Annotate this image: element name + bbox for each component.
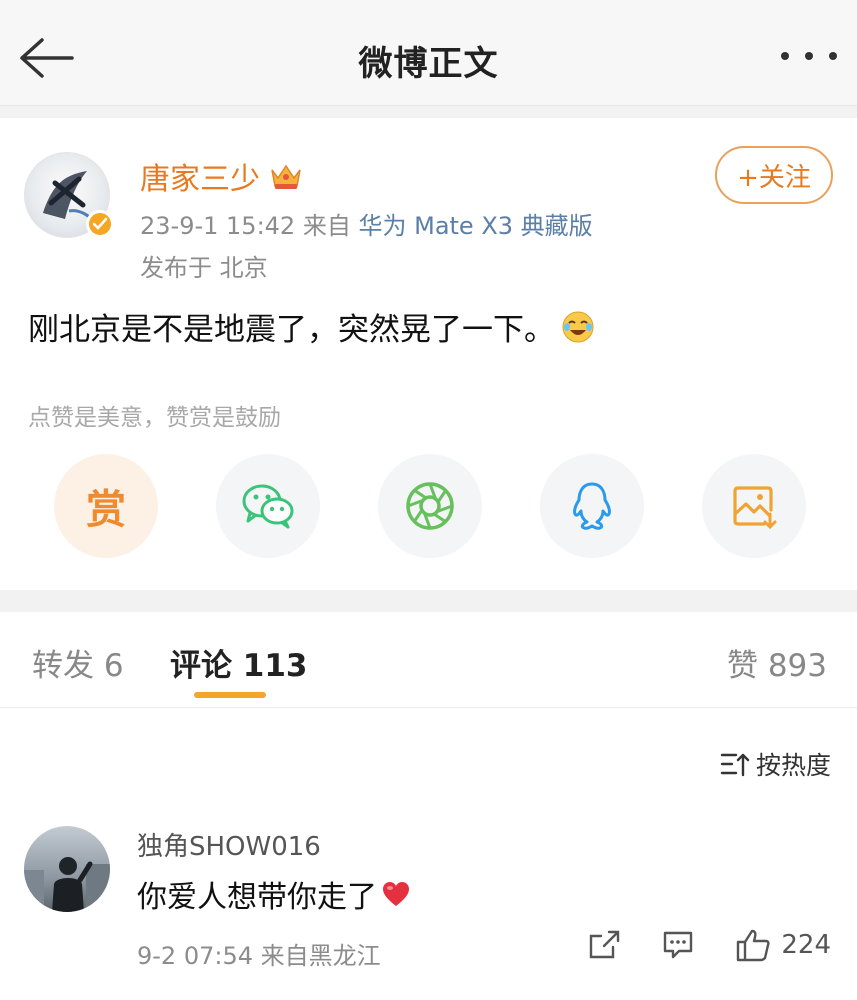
comment-location: 来自黑龙江 (260, 942, 381, 970)
follow-button[interactable]: +关注 (715, 146, 833, 204)
more-dot-icon (805, 52, 813, 60)
more-dot-icon (781, 52, 789, 60)
reward-icon: 赏 (86, 487, 126, 533)
post-content: 刚北京是不是地震了，突然晃了一下。 (28, 304, 595, 349)
comment-like-button[interactable]: 224 (735, 928, 831, 962)
post-content-text: 刚北京是不是地震了，突然晃了一下。 (28, 312, 555, 348)
comment-text: 你爱人想带你走了 (137, 880, 377, 915)
author-name-text: 唐家三少 (140, 162, 260, 197)
tab-likes[interactable]: 赞 893 (727, 640, 827, 685)
tab-bar: 转发 6 评论 113 赞 893 (0, 612, 857, 708)
save-image-button[interactable] (702, 454, 806, 558)
comment-time: 9-2 07:54 (137, 942, 253, 970)
qq-icon (573, 482, 611, 530)
reply-comment-icon[interactable] (661, 929, 695, 961)
save-image-icon (733, 486, 777, 530)
comment-actions: 224 (587, 928, 831, 962)
heart-emoji-icon (383, 882, 409, 906)
share-qq-button[interactable] (540, 454, 644, 558)
sort-button[interactable]: 按热度 (720, 746, 831, 782)
sort-label: 按热度 (755, 751, 831, 780)
share-row: 赏 (0, 454, 857, 564)
post-time: 23-9-1 15:42 (140, 212, 296, 240)
post-device[interactable]: 华为 Mate X3 典藏版 (358, 212, 592, 240)
comment-content: 你爱人想带你走了 (137, 872, 411, 916)
laugh-cry-emoji-icon (562, 311, 594, 342)
share-wechat-button[interactable] (216, 454, 320, 558)
comment-list: 按热度 独角SHOW016 你爱人想带你走了 9-2 07:54 来自黑龙江 2… (0, 708, 857, 1000)
vip-crown-icon (271, 164, 301, 189)
comment-meta: 9-2 07:54 来自黑龙江 (137, 936, 381, 971)
more-dot-icon (829, 52, 837, 60)
reward-hint: 点赞是美意，赞赏是鼓励 (28, 405, 281, 431)
post-source-prefix: 来自 (302, 212, 351, 240)
commenter-avatar[interactable] (24, 826, 110, 912)
active-tab-indicator (194, 692, 266, 698)
top-bar: 微博正文 (0, 0, 857, 106)
post-location: 发布于 北京 (140, 254, 268, 282)
verified-badge-icon (86, 210, 114, 238)
wechat-icon (242, 484, 294, 529)
moments-icon (406, 482, 454, 530)
comment-like-count: 224 (781, 930, 831, 960)
post-card: 唐家三少 23-9-1 15:42 来自 华为 Mate X3 典藏版 发布于 … (0, 118, 857, 590)
commenter-name[interactable]: 独角SHOW016 (137, 826, 321, 863)
tab-comments[interactable]: 评论 113 (170, 640, 308, 685)
share-comment-icon[interactable] (587, 929, 621, 961)
more-options-button[interactable] (781, 44, 837, 68)
tab-repost[interactable]: 转发 6 (32, 640, 124, 685)
page-title: 微博正文 (358, 44, 499, 84)
thumbs-up-icon (737, 929, 770, 962)
sort-icon (720, 753, 750, 777)
author-name[interactable]: 唐家三少 (140, 154, 304, 198)
reward-button[interactable]: 赏 (54, 454, 158, 558)
author-avatar[interactable] (24, 152, 114, 240)
post-meta: 23-9-1 15:42 来自 华为 Mate X3 典藏版 (140, 206, 593, 241)
share-moments-button[interactable] (378, 454, 482, 558)
